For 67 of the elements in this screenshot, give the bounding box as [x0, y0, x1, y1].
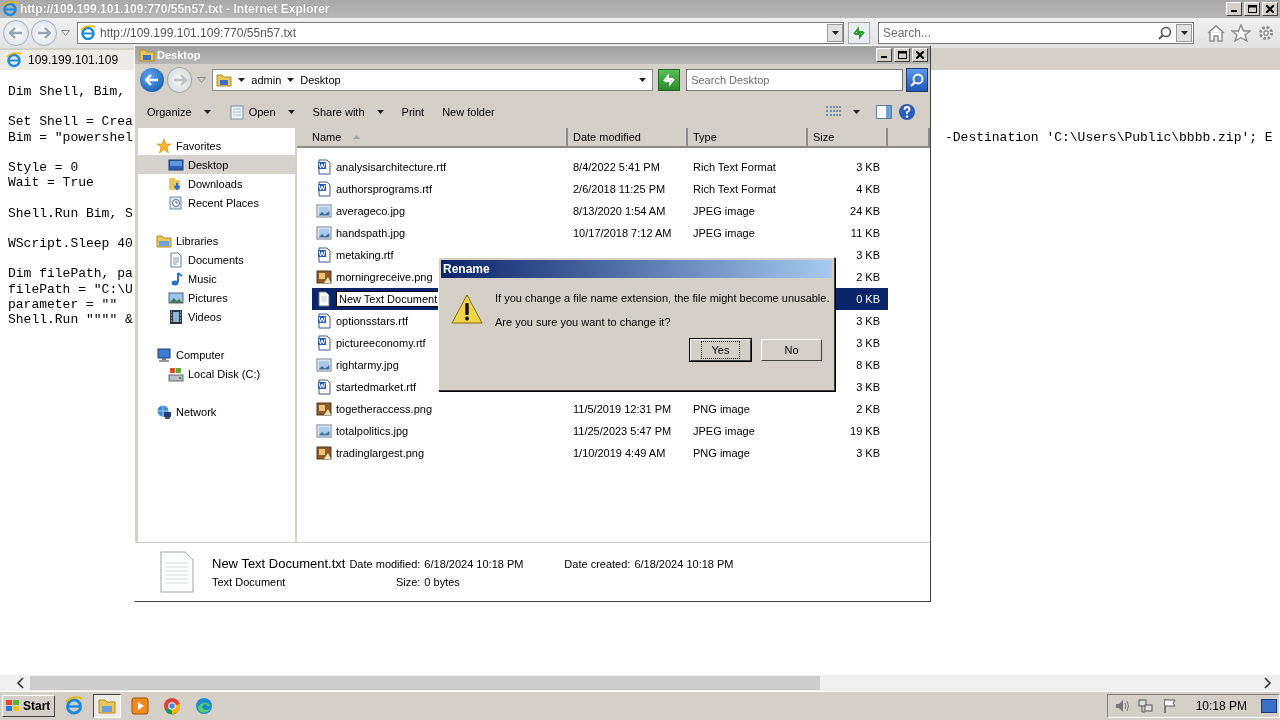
file-date: 10/17/2018 7:12 AM [573, 227, 672, 239]
file-name: totalpolitics.jpg [336, 425, 409, 437]
window-title: http://109.199.101.109:770/55n57.txt - Internet Explorer [20, 2, 330, 16]
dialog-message: If you change a file name extension, the file might become unusable. [495, 292, 830, 304]
file-type: JPEG image [693, 227, 755, 239]
file-type: JPEG image [693, 205, 755, 217]
field-value: 6/18/2024 10:18 PM [634, 558, 734, 570]
code-line: Shell.Run Bim, S [8, 205, 133, 221]
file-date: 11/25/2023 5:47 PM [573, 425, 672, 437]
code-line: Shell.Run """" & [8, 311, 133, 328]
file-name: startedmarket.rtf [336, 381, 417, 393]
file-size: 24 KB [850, 205, 880, 217]
file-name: morningreceive.png [336, 271, 433, 283]
field-label: Date modified: [349, 558, 421, 570]
code-line: filePath = "C:\U [8, 281, 133, 297]
dialog-question: Are you sure you want to change it? [495, 316, 672, 328]
file-name: New Text Document.txt [212, 556, 346, 571]
file-name: averageco.jpg [336, 205, 406, 217]
file-size: 3 KB [856, 315, 880, 327]
file-size: 3 KB [856, 161, 880, 173]
code-line: -Destination 'C:\Users\Public\bbbb.zip'; E [945, 129, 1273, 145]
file-size: 2 KB [856, 403, 880, 415]
code-line: Dim filePath, pa [8, 266, 133, 282]
file-name: rightarmy.jpg [336, 359, 399, 371]
file-name: metaking.rtf [336, 249, 394, 261]
file-date: 11/5/2019 12:31 PM [573, 403, 672, 415]
file-size: 11 KB [850, 227, 880, 239]
field-value: 6/18/2024 10:18 PM [424, 558, 525, 570]
file-date: 1/10/2019 4:49 AM [573, 447, 666, 459]
file-type: Text Document [212, 576, 287, 588]
file-size: 8 KB [856, 359, 880, 371]
window-title: Desktop [157, 49, 201, 61]
file-type: JPEG image [693, 425, 755, 437]
file-size: 19 KB [850, 425, 880, 437]
file-name: togetheraccess.png [336, 403, 432, 415]
file-name: authorsprograms.rtf [336, 183, 432, 195]
field-value: 0 bytes [424, 576, 461, 588]
file-size: 3 KB [856, 381, 880, 393]
file-type: PNG image [693, 403, 750, 415]
code-line: Style = 0 [8, 160, 79, 176]
code-line: WScript.Sleep 40 [8, 235, 133, 252]
address-text: http://109.199.101.109:770/55n57.txt [100, 26, 298, 40]
file-name: pictureeconomy.rtf [336, 337, 426, 349]
file-size: 3 KB [856, 447, 880, 459]
field-label: Date created: [564, 558, 631, 570]
file-type: PNG image [693, 447, 750, 459]
file-size: 4 KB [856, 183, 880, 195]
file-date: 8/13/2020 1:54 AM [573, 205, 666, 217]
file-date: 2/6/2018 11:25 PM [573, 183, 666, 195]
code-line: Bim = "powershel [8, 129, 133, 145]
file-size: 3 KB [856, 249, 880, 261]
file-name: analysisarchitecture.rtf [336, 161, 447, 173]
code-line: Dim Shell, Bim, [8, 84, 126, 100]
file-size: 3 KB [856, 337, 880, 349]
file-type: Rich Text Format [693, 161, 776, 173]
file-date: 8/4/2022 5:41 PM [573, 161, 660, 173]
code-line: parameter = "" [8, 296, 118, 312]
code-line: Set Shell = Crea [8, 114, 133, 130]
field-label: Size: [394, 576, 421, 588]
file-size: 0 KB [856, 293, 880, 305]
file-name: tradinglargest.png [336, 447, 425, 459]
file-name: handspath.jpg [336, 227, 406, 239]
file-name: optionsstars.rtf [336, 315, 409, 327]
file-type: Rich Text Format [693, 183, 776, 195]
dialog-title: Rename [443, 262, 490, 276]
file-size: 2 KB [856, 271, 880, 283]
code-line: Wait = True [8, 175, 94, 191]
